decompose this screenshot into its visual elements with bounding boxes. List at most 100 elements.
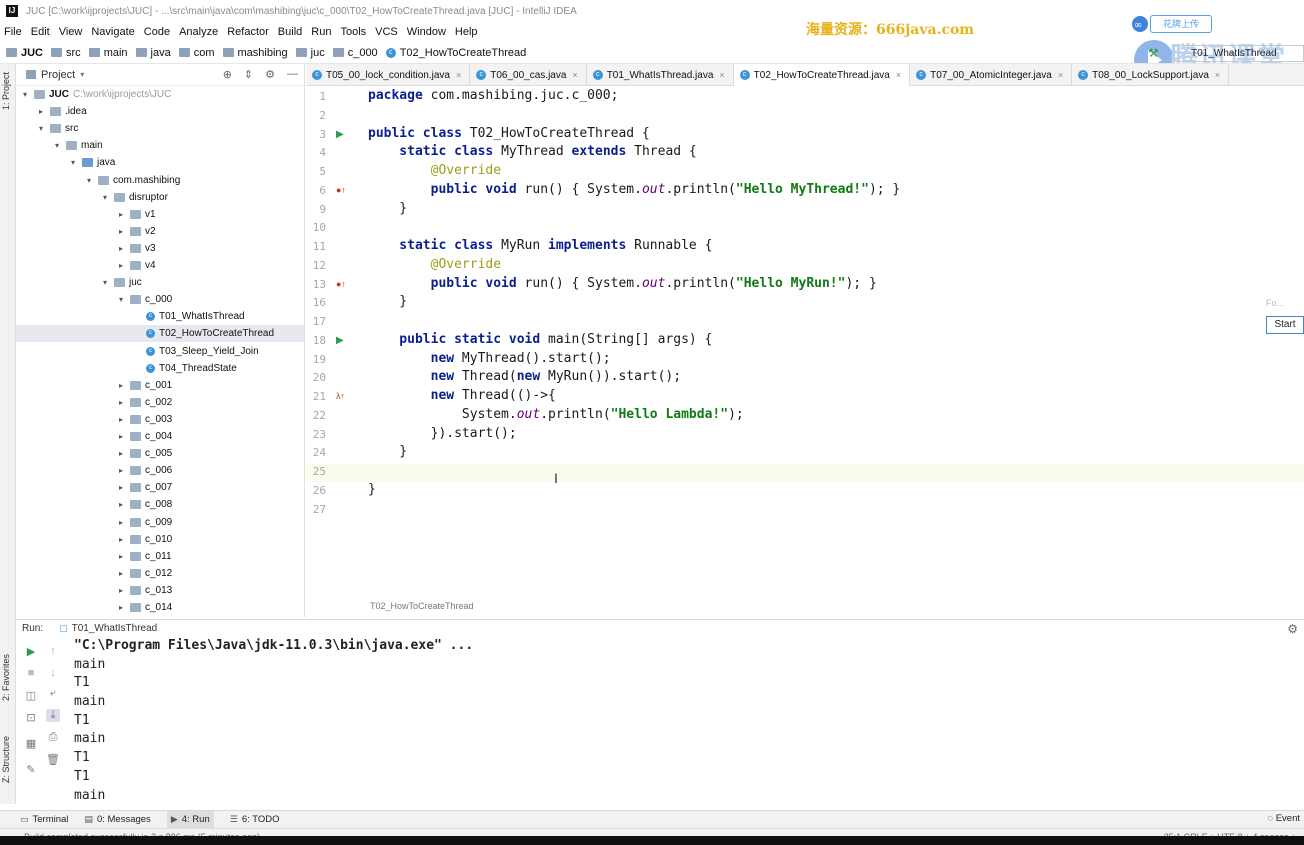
chevron-right-icon[interactable]: ▸ [116, 244, 126, 253]
tree-item[interactable]: ▾ c_000 [16, 291, 304, 308]
chevron-right-icon[interactable]: ▸ [116, 432, 126, 441]
tree-item[interactable]: ▾ JUC C:\work\ijprojects\JUC [16, 86, 304, 103]
tree-item[interactable]: c T02_HowToCreateThread [16, 325, 304, 343]
chevron-right-icon[interactable]: ▸ [116, 449, 126, 458]
chevron-right-icon[interactable]: ▸ [116, 603, 126, 612]
chevron-right-icon[interactable]: ▸ [116, 466, 126, 475]
chevron-right-icon[interactable]: ▸ [116, 500, 126, 509]
gear-icon[interactable]: ⚙ [265, 68, 275, 81]
tree-item[interactable]: ▸ c_008 [16, 496, 304, 513]
locate-icon[interactable]: ⊕ [223, 68, 232, 81]
menu-view[interactable]: View [59, 26, 83, 38]
collapse-all-icon[interactable]: ⇕ [244, 68, 253, 81]
chevron-right-icon[interactable]: ▸ [116, 586, 126, 595]
stop-icon[interactable]: ■ [24, 667, 38, 679]
menu-run[interactable]: Run [311, 26, 331, 38]
menu-file[interactable]: File [4, 26, 22, 38]
editor-tab[interactable]: c T01_WhatIsThread.java × [587, 64, 734, 86]
tree-item[interactable]: ▾ disruptor [16, 189, 304, 206]
layout-icon[interactable]: ▦ [24, 737, 38, 750]
hide-icon[interactable]: — [287, 68, 298, 81]
console-output[interactable]: "C:\Program Files\Java\jdk-11.0.3\bin\ja… [74, 637, 473, 805]
lambda-gutter-icon[interactable]: λ↑ [336, 391, 345, 401]
settings-gear-icon[interactable]: ⚙ [1287, 622, 1298, 636]
close-icon[interactable]: × [896, 70, 901, 80]
chevron-down-icon[interactable]: ▾ [20, 90, 30, 99]
editor-tab[interactable]: c T08_00_LockSupport.java × [1072, 64, 1230, 86]
breadcrumb-item[interactable]: c T02_HowToCreateThread [385, 47, 526, 59]
close-icon[interactable]: × [1058, 70, 1063, 80]
tree-item[interactable]: ▸ v3 [16, 240, 304, 257]
breadcrumb-item[interactable]: main [88, 47, 128, 59]
override-gutter-icon[interactable]: ●↑ [336, 185, 346, 195]
tree-item[interactable]: c T04_ThreadState [16, 360, 304, 377]
tree-item[interactable]: ▸ c_009 [16, 514, 304, 531]
breadcrumb-item[interactable]: mashibing [222, 47, 288, 59]
tree-item[interactable]: ▸ c_013 [16, 582, 304, 599]
menu-help[interactable]: Help [455, 26, 478, 38]
editor-tab[interactable]: c T02_HowToCreateThread.java × [733, 64, 911, 86]
print-icon[interactable]: ⎙ [46, 731, 60, 744]
breadcrumb-item[interactable]: java [135, 47, 171, 59]
project-panel-title[interactable]: Project [41, 69, 75, 81]
down-arrow-icon[interactable]: ↓ [46, 667, 60, 679]
menu-refactor[interactable]: Refactor [227, 26, 269, 38]
scroll-to-end-icon[interactable]: ⤓ [46, 709, 60, 722]
tree-item[interactable]: ▾ com.mashibing [16, 172, 304, 189]
build-hammer-icon[interactable]: ⚒ [1148, 46, 1162, 60]
tree-item[interactable]: ▾ java [16, 154, 304, 171]
tree-item[interactable]: ▾ src [16, 120, 304, 137]
event-log-button[interactable]: ◌ Event [1267, 813, 1300, 824]
tool-tab-6-todo[interactable]: ☰ 6: TODO [230, 814, 280, 825]
code-editor[interactable]: T02_HowToCreateThread I 1 package com.mas… [306, 86, 1304, 617]
tool-tab-terminal[interactable]: ▭ Terminal [20, 814, 68, 825]
breadcrumb-item[interactable]: juc [295, 47, 325, 59]
run-tab[interactable]: T01_WhatIsThread [72, 623, 158, 634]
chevron-down-icon[interactable]: ▾ [100, 278, 110, 287]
trash-icon[interactable]: 🗑 [46, 753, 60, 766]
tree-item[interactable]: ▾ main [16, 137, 304, 154]
menu-edit[interactable]: Edit [31, 26, 50, 38]
chevron-down-icon[interactable]: ▾ [80, 70, 84, 79]
chevron-down-icon[interactable]: ▾ [52, 141, 62, 150]
menu-code[interactable]: Code [144, 26, 170, 38]
editor-tab[interactable]: c T07_00_AtomicInteger.java × [910, 64, 1073, 86]
chevron-right-icon[interactable]: ▸ [116, 552, 126, 561]
tree-item[interactable]: c T01_WhatIsThread [16, 308, 304, 325]
menu-tools[interactable]: Tools [340, 26, 366, 38]
chevron-right-icon[interactable]: ▸ [116, 398, 126, 407]
override-gutter-icon[interactable]: ●↑ [336, 279, 346, 289]
restore-layout-icon[interactable]: ⊡ [24, 711, 38, 724]
breadcrumb-item[interactable]: JUC [6, 47, 43, 59]
start-button[interactable]: Start [1266, 316, 1304, 334]
breadcrumb-item[interactable]: src [51, 47, 81, 59]
menu-build[interactable]: Build [278, 26, 302, 38]
close-icon[interactable]: × [456, 70, 461, 80]
chevron-right-icon[interactable]: ▸ [116, 261, 126, 270]
chevron-right-icon[interactable]: ▸ [116, 227, 126, 236]
tree-item[interactable]: ▸ c_004 [16, 428, 304, 445]
run-gutter-icon[interactable]: ▶ [336, 129, 344, 140]
tree-item[interactable]: ▸ c_011 [16, 548, 304, 565]
soft-wrap-icon[interactable]: ⤶ [46, 687, 60, 700]
tree-item[interactable]: ▸ v1 [16, 206, 304, 223]
run-configuration-select[interactable]: T01_WhatIsThread [1174, 44, 1304, 62]
chevron-right-icon[interactable]: ▸ [116, 535, 126, 544]
breadcrumb-item[interactable]: com [178, 47, 215, 59]
tree-item[interactable]: ▸ c_002 [16, 394, 304, 411]
menu-window[interactable]: Window [407, 26, 446, 38]
up-arrow-icon[interactable]: ↑ [46, 645, 60, 657]
editor-breadcrumb-class[interactable]: T02_HowToCreateThread [370, 601, 474, 611]
tree-item[interactable]: ▸ v2 [16, 223, 304, 240]
structure-tool-tab[interactable]: Z: Structure [1, 736, 11, 783]
chevron-down-icon[interactable]: ▾ [36, 124, 46, 133]
menu-analyze[interactable]: Analyze [179, 26, 218, 38]
close-icon[interactable]: × [1215, 70, 1220, 80]
pin-icon[interactable]: ✎ [24, 763, 38, 776]
tool-tab-0-messages[interactable]: ▤ 0: Messages [84, 814, 150, 825]
tree-item[interactable]: ▸ c_014 [16, 599, 304, 616]
camera-icon[interactable]: ◫ [24, 689, 38, 702]
chevron-right-icon[interactable]: ▸ [116, 210, 126, 219]
chevron-right-icon[interactable]: ▸ [116, 569, 126, 578]
project-tool-tab[interactable]: 1: Project [1, 72, 11, 110]
